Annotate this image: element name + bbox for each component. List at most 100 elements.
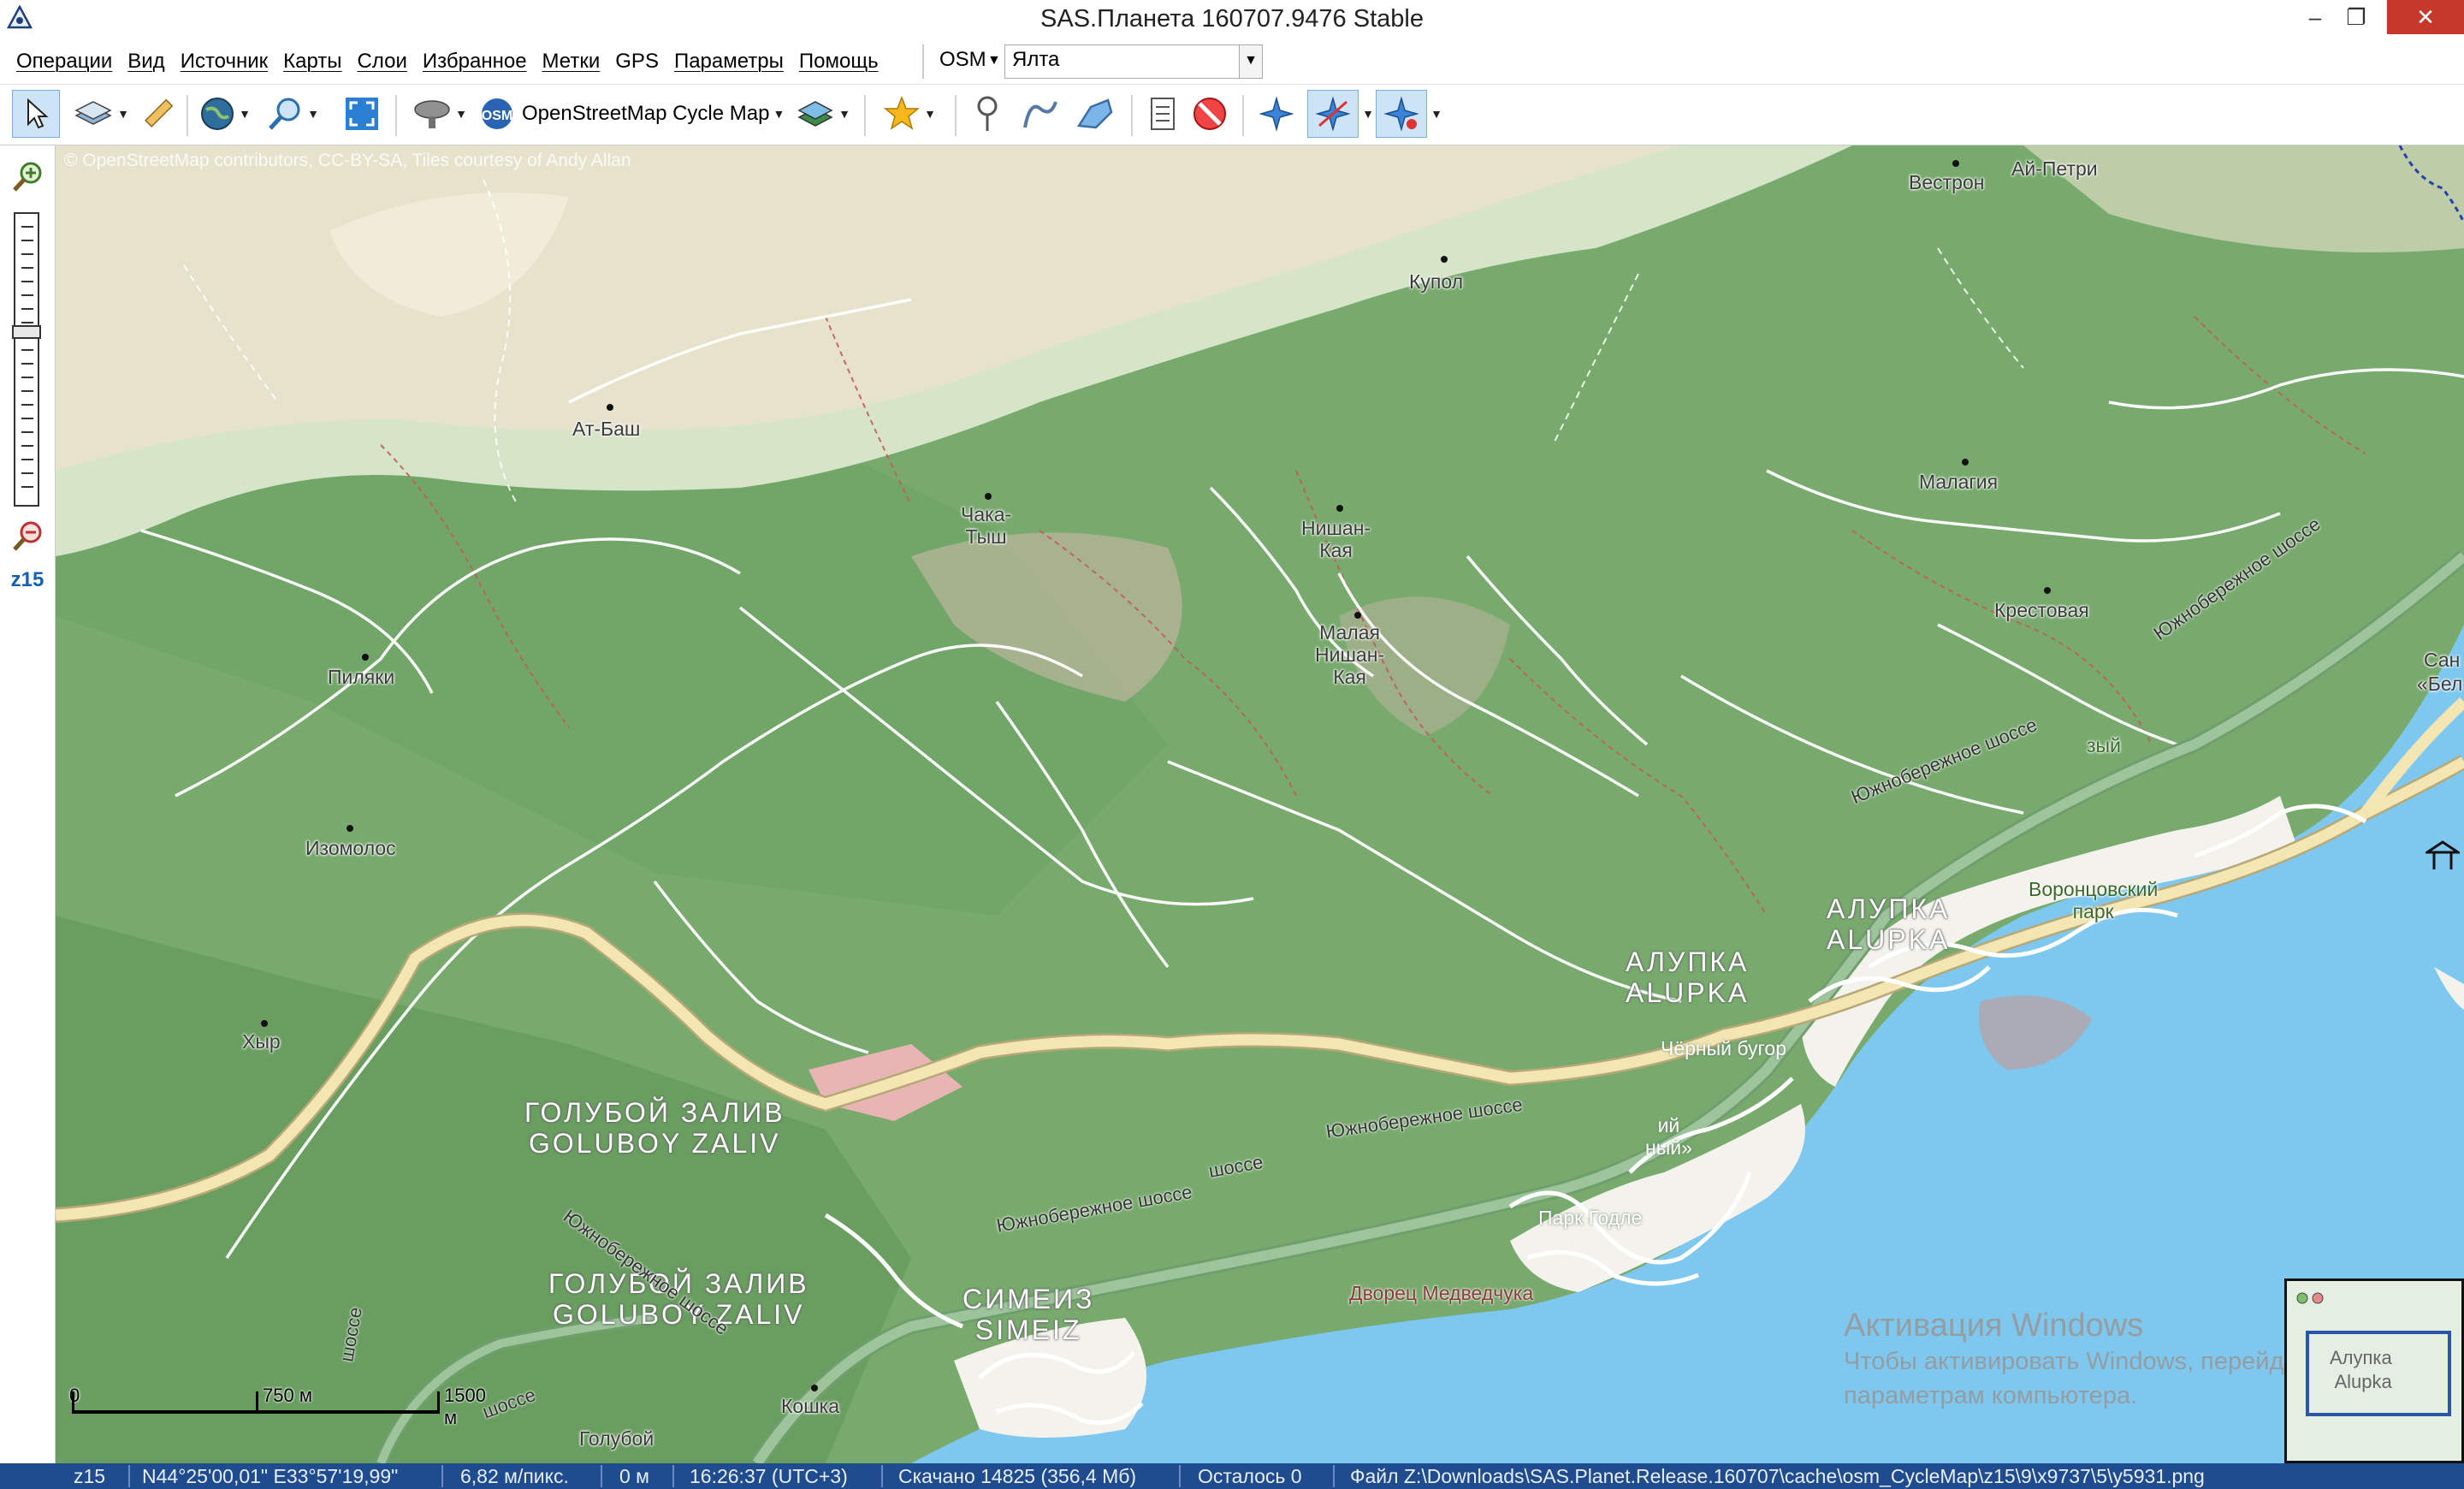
zoom-tick	[21, 472, 33, 474]
close-button[interactable]: ✕	[2387, 0, 2464, 34]
zoom-in-icon[interactable]	[10, 159, 44, 193]
no-entry-icon	[1194, 98, 1226, 130]
search-source-selector[interactable]: OSM	[939, 48, 986, 72]
search-dropdown-button[interactable]: ▼	[1239, 45, 1262, 78]
menu-gps[interactable]: GPS	[615, 50, 659, 74]
globe-icon	[201, 98, 234, 130]
osm-logo-icon: OSM	[482, 98, 512, 129]
zoom-tick	[21, 404, 33, 406]
toolbar-separator	[187, 95, 188, 136]
select-arrow-icon	[27, 98, 49, 129]
zoom-slider[interactable]	[12, 212, 41, 507]
scale-tick	[437, 1391, 440, 1414]
zoom-tick	[21, 253, 33, 255]
favorites-dropdown-button[interactable]: ▼	[876, 90, 943, 138]
mini-map[interactable]: Алупка Alupka	[2284, 1278, 2464, 1463]
marks-manager-button[interactable]	[1141, 90, 1184, 138]
hide-marks-button[interactable]	[1188, 90, 1232, 138]
menu-marks[interactable]: Метки	[542, 50, 601, 74]
add-polygon-button[interactable]	[1069, 90, 1119, 138]
gps-track-button[interactable]	[1307, 90, 1359, 138]
scale-label-end: 1500 м	[444, 1385, 486, 1428]
gps-follow-button[interactable]	[1376, 90, 1427, 138]
layers-dropdown-button[interactable]: ▼	[68, 90, 133, 138]
ruler-button[interactable]	[137, 90, 180, 138]
current-map-name: OpenStreetMap Cycle Map	[522, 102, 770, 125]
town-alupka: АЛУПКА ALUPKA	[1827, 893, 1951, 955]
status-coordinates: N44°25'00,01" E33°57'19,99"	[142, 1465, 399, 1487]
polygon-icon	[1076, 98, 1113, 129]
place-bel: «Бел	[2417, 673, 2463, 695]
place-at-bash: Ат-Баш	[572, 418, 641, 440]
zoom-tick	[21, 363, 33, 365]
gps-follow-icon	[1383, 96, 1419, 132]
building-icon	[2426, 840, 2460, 869]
toolbar-separator	[395, 95, 397, 136]
zoom-tool-button[interactable]: ▼	[260, 90, 325, 138]
zoom-tick	[21, 349, 33, 351]
menu-help[interactable]: Помощь	[799, 50, 879, 74]
zoom-slider-thumb[interactable]	[12, 325, 41, 339]
place-ai-petri: Ай-Петри	[2011, 157, 2098, 180]
gps-track-dropdown[interactable]: ▼	[1362, 90, 1374, 138]
add-path-button[interactable]	[1016, 90, 1064, 138]
zoom-out-icon[interactable]	[10, 519, 44, 553]
overlay-layers-dropdown[interactable]: ▼	[791, 90, 856, 138]
watermark-heading: Активация Windows	[1844, 1308, 2144, 1344]
path-icon	[1023, 101, 1057, 128]
peak-marker	[362, 654, 369, 661]
menu-operations[interactable]: Операции	[16, 50, 112, 74]
menu-settings[interactable]: Параметры	[674, 50, 784, 74]
map-source-dropdown[interactable]: OSM OpenStreetMap Cycle Map ▼	[477, 90, 785, 138]
peak-marker	[2044, 587, 2051, 594]
zoom-tick	[21, 486, 33, 488]
marker-pin-icon	[977, 96, 998, 131]
toolbar-separator	[1131, 95, 1133, 136]
minimap-zoom-icon[interactable]	[2295, 1290, 2330, 1307]
layers-icon	[74, 101, 112, 125]
select-tool-button[interactable]	[12, 90, 60, 138]
toolbar: ▼ ▼ ▼ ▼ OSM OpenStreetMap Cycle Map ▼ ▼ ▼	[0, 85, 2464, 145]
fullscreen-button[interactable]	[339, 90, 385, 138]
zoom-tick	[21, 267, 33, 269]
place-partial-label: зый	[2087, 734, 2121, 756]
menu-maps[interactable]: Карты	[283, 50, 341, 74]
area-medvedchuk-palace: Дворец Медведчука	[1349, 1282, 1534, 1304]
peak-marker	[261, 1020, 268, 1027]
place-vestron: Вестрон	[1909, 171, 1985, 193]
scale-tick	[256, 1391, 258, 1414]
menu-view[interactable]: Вид	[127, 50, 164, 74]
globe-dropdown-button[interactable]: ▼	[195, 90, 255, 138]
add-marker-button[interactable]	[965, 90, 1010, 138]
scale-tick	[72, 1391, 74, 1414]
status-remaining: Осталось 0	[1198, 1465, 1302, 1487]
place-malaya-nishan-kaya: Малая Нишан- Кая	[1315, 621, 1385, 688]
toolbar-separator	[955, 95, 957, 136]
zoom-tick	[21, 294, 33, 296]
place-vorontsov-park: Воронцовский парк	[2029, 878, 2159, 922]
menu-source[interactable]: Источник	[181, 50, 268, 74]
peak-marker	[607, 404, 613, 411]
status-separator	[672, 1465, 674, 1487]
menu-layers[interactable]: Слои	[358, 50, 407, 74]
chevron-down-icon[interactable]: ▼	[987, 53, 1001, 68]
gps-follow-dropdown[interactable]: ▼	[1429, 90, 1444, 138]
search-input[interactable]	[1005, 45, 1233, 74]
place-izomolos: Изомолос	[305, 837, 396, 859]
maximize-button[interactable]: ❐	[2320, 0, 2392, 34]
satellite-dropdown-button[interactable]: ▼	[406, 90, 474, 138]
status-separator	[601, 1465, 602, 1487]
peak-marker	[1336, 505, 1343, 512]
search-field[interactable]: ▼	[1004, 44, 1263, 79]
place-chorny-bugor: Чёрный бугор	[1661, 1037, 1787, 1059]
menu-favorites[interactable]: Избранное	[423, 50, 527, 74]
map-view[interactable]: © OpenStreetMap contributors, CC-BY-SA, …	[56, 145, 2464, 1463]
menu-separator	[922, 44, 924, 79]
gps-connect-button[interactable]	[1253, 90, 1300, 138]
windows-activation-watermark: Активация Windows Чтобы активировать Win…	[1844, 1308, 2340, 1413]
town-alupka: АЛУПКА ALUPKA	[1626, 946, 1750, 1008]
map-attribution: © OpenStreetMap contributors, CC-BY-SA, …	[64, 151, 631, 170]
town-simeiz: СИМЕИЗ SIMEIZ	[962, 1284, 1095, 1345]
peak-marker	[1441, 256, 1448, 263]
place-krestovaya: Крестовая	[1994, 599, 2089, 621]
